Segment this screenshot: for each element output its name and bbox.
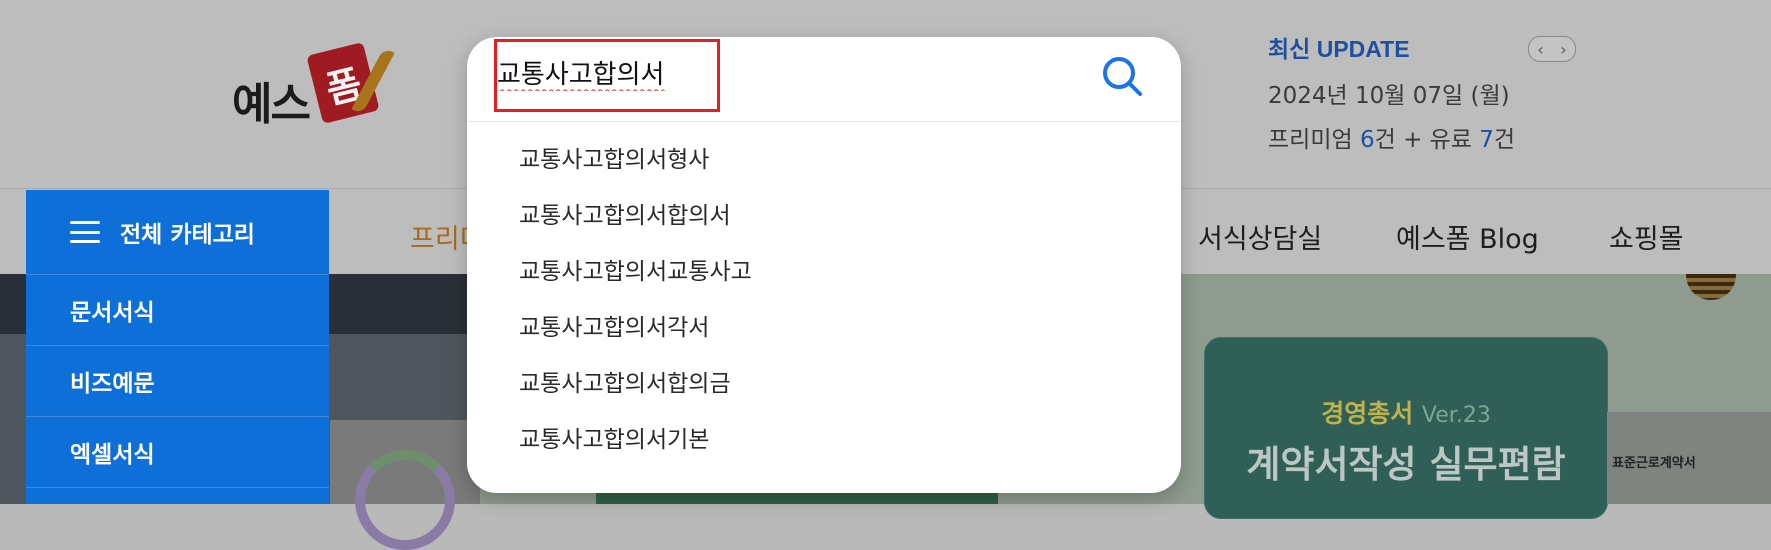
book-version: Ver.23 bbox=[1421, 403, 1491, 428]
update-date: 2024년 10월 07일 (월) bbox=[1268, 83, 1510, 109]
suggestion-item[interactable]: 교통사고합의서기본 bbox=[467, 409, 1181, 465]
suggestion-item[interactable]: 교통사고합의서형사 bbox=[467, 129, 1181, 185]
suggestion-item[interactable]: 교통사고합의서합의서 bbox=[467, 185, 1181, 241]
book-subtitle: 경영총서 Ver.23 bbox=[1205, 394, 1607, 430]
all-categories-label: 전체 카테고리 bbox=[120, 222, 255, 248]
logo-text: 예스 bbox=[232, 79, 311, 130]
suggestion-item[interactable]: 교통사고합의서교통사고 bbox=[467, 241, 1181, 297]
all-categories-button[interactable]: 전체 카테고리 bbox=[26, 190, 329, 275]
search-input[interactable] bbox=[497, 53, 899, 91]
suggestion-item[interactable]: 교통사고합의서각서 bbox=[467, 297, 1181, 353]
hamburger-menu-icon bbox=[70, 221, 100, 243]
update-pager: ‹ › bbox=[1528, 36, 1576, 62]
search-bar bbox=[467, 37, 1181, 122]
paid-count[interactable]: 7 bbox=[1479, 127, 1494, 153]
category-item-excel[interactable]: 엑셀서식 bbox=[26, 417, 329, 488]
suggestion-list: 교통사고합의서형사 교통사고합의서합의서 교통사고합의서교통사고 교통사고합의서… bbox=[467, 129, 1181, 465]
book-title: 계약서작성 실무편람 bbox=[1246, 443, 1566, 486]
category-item-biz-examples[interactable]: 비즈예문 bbox=[26, 346, 329, 417]
premium-count[interactable]: 6 bbox=[1360, 127, 1375, 153]
update-title[interactable]: 최신 UPDATE bbox=[1268, 30, 1568, 64]
search-button[interactable] bbox=[1099, 53, 1147, 101]
search-panel: 교통사고합의서형사 교통사고합의서합의서 교통사고합의서교통사고 교통사고합의서… bbox=[467, 37, 1181, 493]
update-counts: 프리미엄 6건 + 유료 7건 bbox=[1268, 120, 1568, 154]
chevron-left-icon[interactable]: ‹ bbox=[1537, 40, 1543, 59]
counts-mid: 건 + 유료 bbox=[1374, 127, 1480, 153]
search-icon bbox=[1103, 57, 1142, 96]
category-item-documents[interactable]: 문서서식 bbox=[26, 275, 329, 346]
book-cover[interactable]: 경영총서 Ver.23 계약서작성 실무편람 bbox=[1205, 338, 1607, 518]
book-series: 경영총서 bbox=[1321, 399, 1414, 428]
nav-item-blog[interactable]: 예스폼 Blog bbox=[1396, 217, 1539, 256]
donut-chart-icon bbox=[355, 450, 455, 550]
suggestion-item[interactable]: 교통사고합의서합의금 bbox=[467, 353, 1181, 409]
nav-item-shop[interactable]: 쇼핑몰 bbox=[1609, 217, 1684, 256]
category-panel: 전체 카테고리 문서서식 비즈예문 엑셀서식 bbox=[26, 190, 329, 504]
counts-suffix: 건 bbox=[1493, 127, 1516, 153]
latest-update: 최신 UPDATE 2024년 10월 07일 (월) 프리미엄 6건 + 유료… bbox=[1268, 30, 1568, 154]
counts-prefix: 프리미엄 bbox=[1268, 127, 1360, 153]
document-title: 표준근로계약서 bbox=[1612, 456, 1696, 471]
nav-item-consulting[interactable]: 서식상담실 bbox=[1198, 217, 1322, 256]
chevron-right-icon[interactable]: › bbox=[1560, 40, 1566, 59]
site-logo[interactable]: 예스 폼 bbox=[232, 40, 422, 130]
